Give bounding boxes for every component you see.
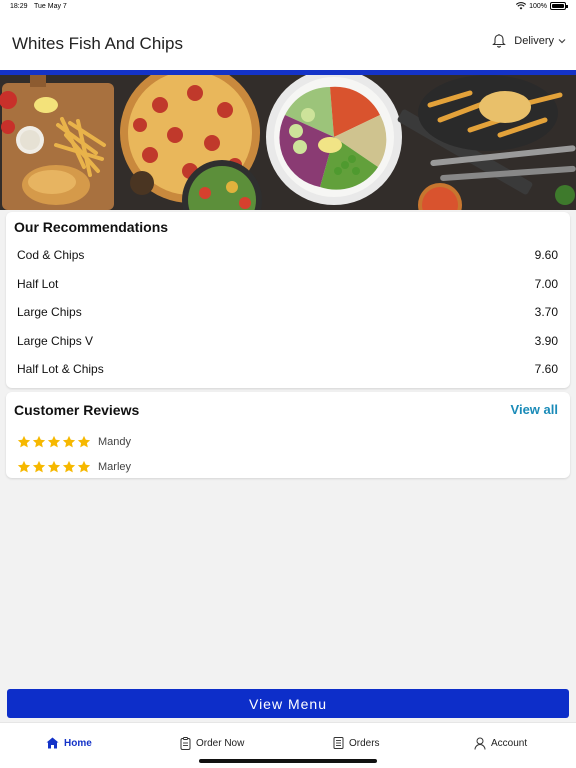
item-price: 7.60 bbox=[534, 362, 558, 376]
star-icon bbox=[47, 460, 61, 473]
restaurant-title: Whites Fish And Chips bbox=[12, 34, 184, 53]
recommendation-item[interactable]: Cod & Chips 9.60 bbox=[6, 240, 570, 268]
app-header: Whites Fish And Chips Delivery bbox=[0, 14, 576, 70]
customer-reviews-card: Customer Reviews View all Mandy Marley bbox=[6, 392, 570, 478]
item-name: Cod & Chips bbox=[17, 248, 85, 262]
nav-orders[interactable]: Orders bbox=[333, 737, 380, 749]
star-icon bbox=[77, 460, 91, 473]
nav-account[interactable]: Account bbox=[474, 737, 527, 750]
receipt-icon bbox=[333, 737, 344, 749]
item-price: 3.90 bbox=[534, 334, 558, 348]
star-icon bbox=[32, 435, 46, 448]
star-icon bbox=[32, 460, 46, 473]
nav-home[interactable]: Home bbox=[46, 737, 92, 749]
delivery-label: Delivery bbox=[514, 34, 554, 47]
item-price: 7.00 bbox=[534, 277, 558, 291]
reviews-title: Customer Reviews bbox=[14, 402, 140, 418]
bell-icon[interactable] bbox=[492, 33, 507, 48]
view-all-reviews-link[interactable]: View all bbox=[511, 402, 558, 417]
user-icon bbox=[474, 737, 486, 750]
battery-percent: 100% bbox=[529, 2, 547, 10]
reviewer-name: Marley bbox=[98, 461, 132, 473]
item-name: Large Chips bbox=[17, 305, 82, 319]
star-icon bbox=[62, 460, 76, 473]
nav-label: Order Now bbox=[196, 738, 245, 749]
item-name: Half Lot & Chips bbox=[17, 362, 104, 376]
item-price: 3.70 bbox=[534, 305, 558, 319]
review-row: Mandy bbox=[17, 432, 131, 452]
home-indicator bbox=[199, 759, 377, 763]
reviewer-name: Mandy bbox=[98, 436, 132, 448]
delivery-selector[interactable]: Delivery bbox=[514, 35, 566, 47]
star-icon bbox=[47, 435, 61, 448]
nav-label: Account bbox=[491, 738, 528, 749]
nav-label: Home bbox=[64, 737, 92, 749]
recommendations-title: Our Recommendations bbox=[14, 219, 169, 235]
star-icon bbox=[17, 460, 31, 473]
wifi-icon bbox=[516, 2, 527, 10]
star-rating bbox=[17, 460, 91, 474]
recommendation-item[interactable]: Half Lot & Chips 7.60 bbox=[6, 354, 570, 382]
item-name: Large Chips V bbox=[17, 334, 94, 348]
status-bar: 18:29 Tue May 7 100% bbox=[0, 0, 576, 14]
recommendation-item[interactable]: Large Chips V 3.90 bbox=[6, 326, 570, 354]
star-icon bbox=[62, 435, 76, 448]
status-date: Tue May 7 bbox=[34, 3, 67, 10]
food-banner-image bbox=[0, 75, 576, 210]
chevron-down-icon bbox=[558, 38, 566, 43]
recommendation-item[interactable]: Half Lot 7.00 bbox=[6, 269, 570, 297]
star-icon bbox=[77, 435, 91, 448]
star-rating bbox=[17, 435, 91, 449]
recommendations-card: Our Recommendations Cod & Chips 9.60 Hal… bbox=[6, 212, 570, 388]
item-name: Half Lot bbox=[17, 277, 59, 291]
recommendation-item[interactable]: Large Chips 3.70 bbox=[6, 297, 570, 325]
star-icon bbox=[17, 435, 31, 448]
status-time: 18:29 bbox=[10, 3, 28, 10]
header-actions: Delivery bbox=[492, 33, 566, 48]
order-icon bbox=[180, 737, 191, 750]
home-icon bbox=[46, 737, 59, 749]
review-row: Marley bbox=[17, 457, 131, 477]
nav-label: Orders bbox=[349, 737, 380, 749]
item-price: 9.60 bbox=[534, 248, 558, 262]
nav-order-now[interactable]: Order Now bbox=[180, 737, 244, 750]
status-right: 100% bbox=[516, 2, 568, 10]
battery-icon bbox=[550, 2, 568, 10]
view-menu-button[interactable]: View Menu bbox=[7, 689, 569, 718]
